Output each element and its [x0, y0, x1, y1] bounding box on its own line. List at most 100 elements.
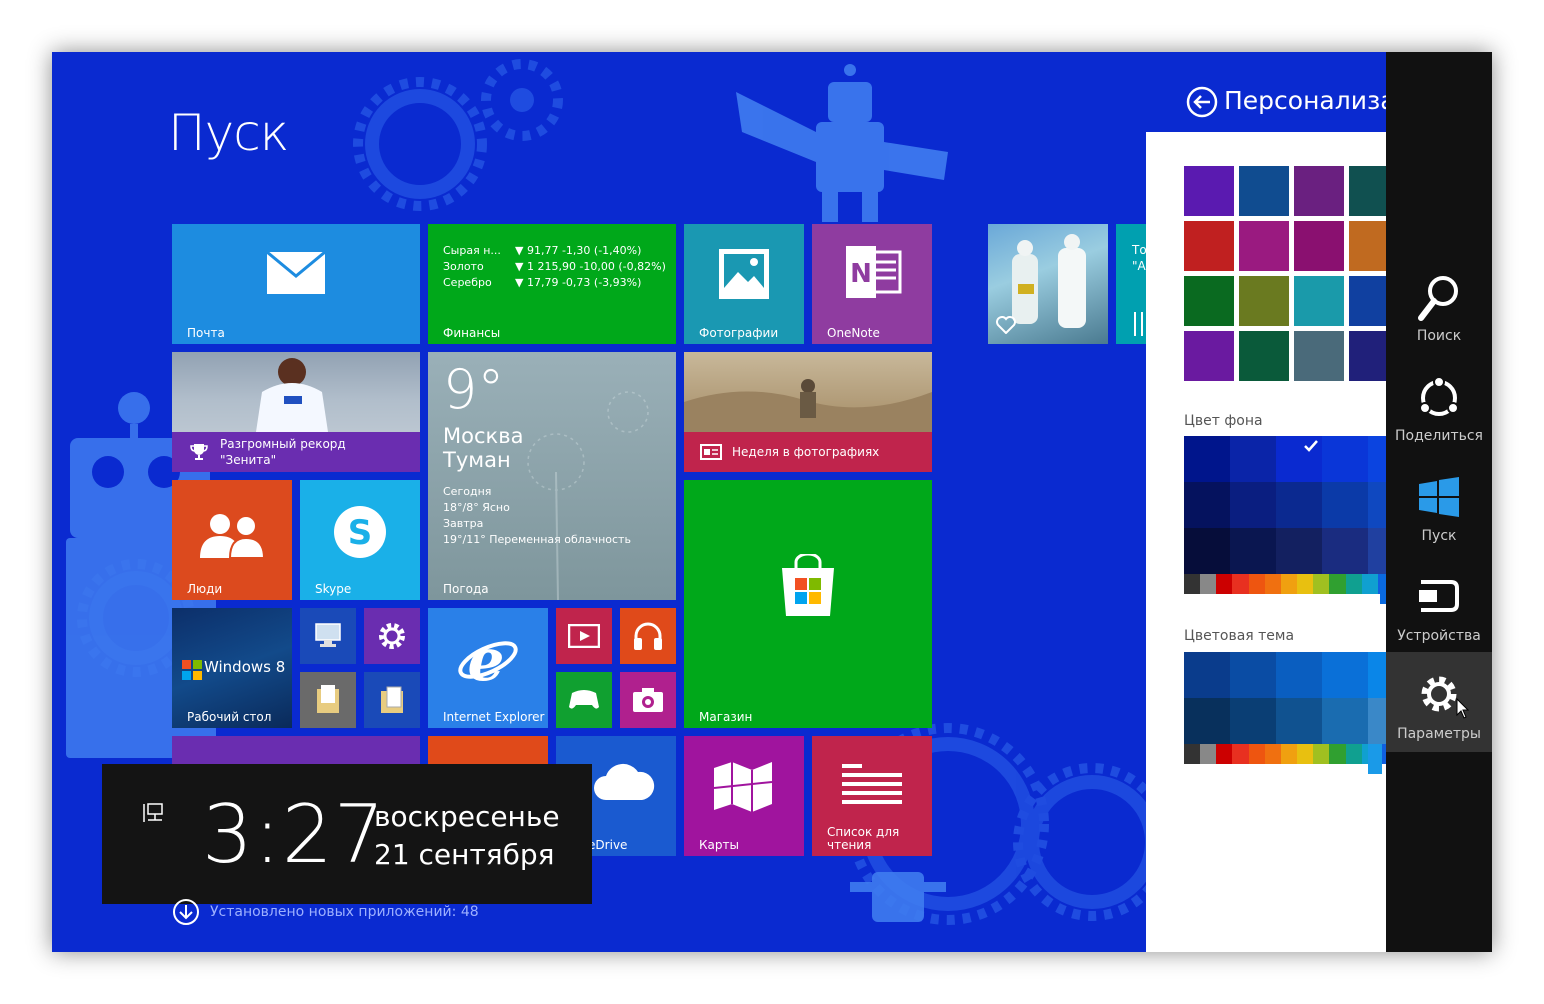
color-swatch[interactable]: [1184, 652, 1230, 698]
tile-maps[interactable]: Карты: [684, 736, 804, 856]
color-swatch-selected[interactable]: [1276, 436, 1322, 482]
wallpaper-thumb[interactable]: [1349, 221, 1386, 271]
charm-start[interactable]: Пуск: [1386, 460, 1492, 560]
color-swatch[interactable]: [1276, 698, 1322, 744]
tile-health-photo[interactable]: [988, 224, 1108, 344]
tile-people[interactable]: Люди: [172, 480, 292, 600]
color-swatch[interactable]: [1322, 436, 1368, 482]
start-screen: Пуск Почта Сырая н... ▼ 91,77 -1,30 (-1,4…: [52, 52, 1492, 952]
color-swatch[interactable]: [1276, 528, 1322, 574]
back-arrow-icon[interactable]: [1186, 86, 1218, 118]
video-icon: [568, 624, 600, 648]
settings-icon: [1421, 676, 1457, 712]
wallpaper-thumb[interactable]: [1239, 221, 1289, 271]
color-swatch[interactable]: [1368, 698, 1386, 744]
theme-hue-strip[interactable]: [1184, 744, 1386, 764]
quote-label: Серебро: [443, 276, 492, 289]
wallpaper-thumb[interactable]: [1239, 276, 1289, 326]
background-hue-strip[interactable]: [1184, 574, 1386, 594]
installed-apps-notice[interactable]: Установлено новых приложений: 48: [172, 898, 479, 926]
tile-internet-explorer[interactable]: e Internet Explorer: [428, 608, 548, 728]
tile-camera[interactable]: [620, 672, 676, 728]
tile-photo-week[interactable]: Неделя в фотографиях: [684, 352, 932, 472]
color-swatch[interactable]: [1230, 698, 1276, 744]
color-swatch[interactable]: [1322, 528, 1368, 574]
wallpaper-thumb[interactable]: [1349, 166, 1386, 216]
charm-settings[interactable]: Параметры: [1386, 652, 1492, 752]
wallpaper-thumbnails: [1184, 166, 1386, 386]
forecast-today: 18°/8° Ясно: [443, 501, 510, 514]
quote-label: Золото: [443, 260, 484, 273]
wallpaper-thumb[interactable]: [1294, 221, 1344, 271]
weather-location: Москва Туман: [443, 424, 523, 472]
color-swatch[interactable]: [1230, 528, 1276, 574]
tile-store[interactable]: Магазин: [684, 480, 932, 728]
charm-share[interactable]: Поделиться: [1386, 360, 1492, 460]
photo-week-headline: Неделя в фотографиях: [732, 445, 880, 459]
weather-condition: Туман: [443, 448, 511, 472]
color-swatch[interactable]: [1368, 482, 1386, 528]
tile-mail[interactable]: Почта: [172, 224, 420, 344]
clock-weekday: воскресенье: [374, 800, 560, 833]
tile-settings-small[interactable]: [364, 608, 420, 664]
color-swatch[interactable]: [1276, 652, 1322, 698]
color-swatch[interactable]: [1230, 436, 1276, 482]
tile-partial[interactable]: То "А: [1116, 224, 1146, 344]
store-icon: [782, 554, 834, 616]
xbox-controller-icon: [569, 690, 599, 709]
wallpaper-thumb[interactable]: [1184, 221, 1234, 271]
tile-skype[interactable]: S Skype: [300, 480, 420, 600]
photo-week-bar: Неделя в фотографиях: [684, 432, 932, 472]
color-swatch[interactable]: [1368, 652, 1386, 698]
tile-video[interactable]: [556, 608, 612, 664]
folder-icon: [317, 685, 339, 713]
color-swatch[interactable]: [1230, 652, 1276, 698]
color-swatch[interactable]: [1322, 698, 1368, 744]
theme-slider-handle[interactable]: [1368, 744, 1382, 774]
tile-music[interactable]: [620, 608, 676, 664]
color-swatch[interactable]: [1184, 482, 1230, 528]
color-swatch[interactable]: [1184, 528, 1230, 574]
color-swatch[interactable]: [1368, 528, 1386, 574]
camera-icon: [633, 688, 663, 712]
windows-logo-icon: [182, 660, 202, 680]
wallpaper-thumb[interactable]: [1239, 166, 1289, 216]
wallpaper-thumb[interactable]: [1184, 166, 1234, 216]
color-swatch[interactable]: [1184, 436, 1230, 482]
tile-label: Финансы: [443, 326, 501, 340]
tile-documents[interactable]: [300, 672, 356, 728]
wallpaper-thumb[interactable]: [1294, 166, 1344, 216]
color-swatch[interactable]: [1230, 482, 1276, 528]
background-color-grid[interactable]: [1184, 436, 1386, 574]
quote-value: ▼ 17,79 -0,73 (-3,93%): [515, 276, 642, 289]
tile-weather[interactable]: 9° Москва Туман Сегодня 18°/8° Ясно Завт…: [428, 352, 676, 600]
tile-photos[interactable]: Фотографии: [684, 224, 804, 344]
tile-label: Почта: [187, 326, 225, 340]
wallpaper-thumb[interactable]: [1184, 331, 1234, 381]
computer-icon: [315, 623, 341, 647]
charm-devices[interactable]: Устройства: [1386, 560, 1492, 660]
tile-onenote[interactable]: N OneNote: [812, 224, 932, 344]
wallpaper-thumb[interactable]: [1349, 276, 1386, 326]
tile-finance[interactable]: Сырая н... ▼ 91,77 -1,30 (-1,40%) Золото ▼…: [428, 224, 676, 344]
wallpaper-thumb[interactable]: [1294, 331, 1344, 381]
color-swatch[interactable]: [1276, 482, 1322, 528]
tile-computer[interactable]: [300, 608, 356, 664]
wallpaper-thumb[interactable]: [1184, 276, 1234, 326]
charm-label: Поиск: [1416, 328, 1462, 344]
color-swatch[interactable]: [1184, 698, 1230, 744]
color-swatch[interactable]: [1322, 652, 1368, 698]
color-swatch[interactable]: [1322, 482, 1368, 528]
color-swatch[interactable]: [1368, 436, 1386, 482]
charm-search[interactable]: Поиск: [1386, 260, 1492, 360]
wallpaper-thumb[interactable]: [1294, 276, 1344, 326]
tile-sport[interactable]: Разгромный рекорд "Зенита": [172, 352, 420, 472]
devices-icon: [1419, 580, 1459, 612]
tile-games[interactable]: [556, 672, 612, 728]
tile-explorer[interactable]: [364, 672, 420, 728]
wallpaper-thumb[interactable]: [1239, 331, 1289, 381]
color-theme-grid[interactable]: [1184, 652, 1386, 744]
tile-reading-list[interactable]: Список для чтения: [812, 736, 932, 856]
wallpaper-thumb[interactable]: [1349, 331, 1386, 381]
tile-desktop[interactable]: Windows 8 Рабочий стол: [172, 608, 292, 728]
